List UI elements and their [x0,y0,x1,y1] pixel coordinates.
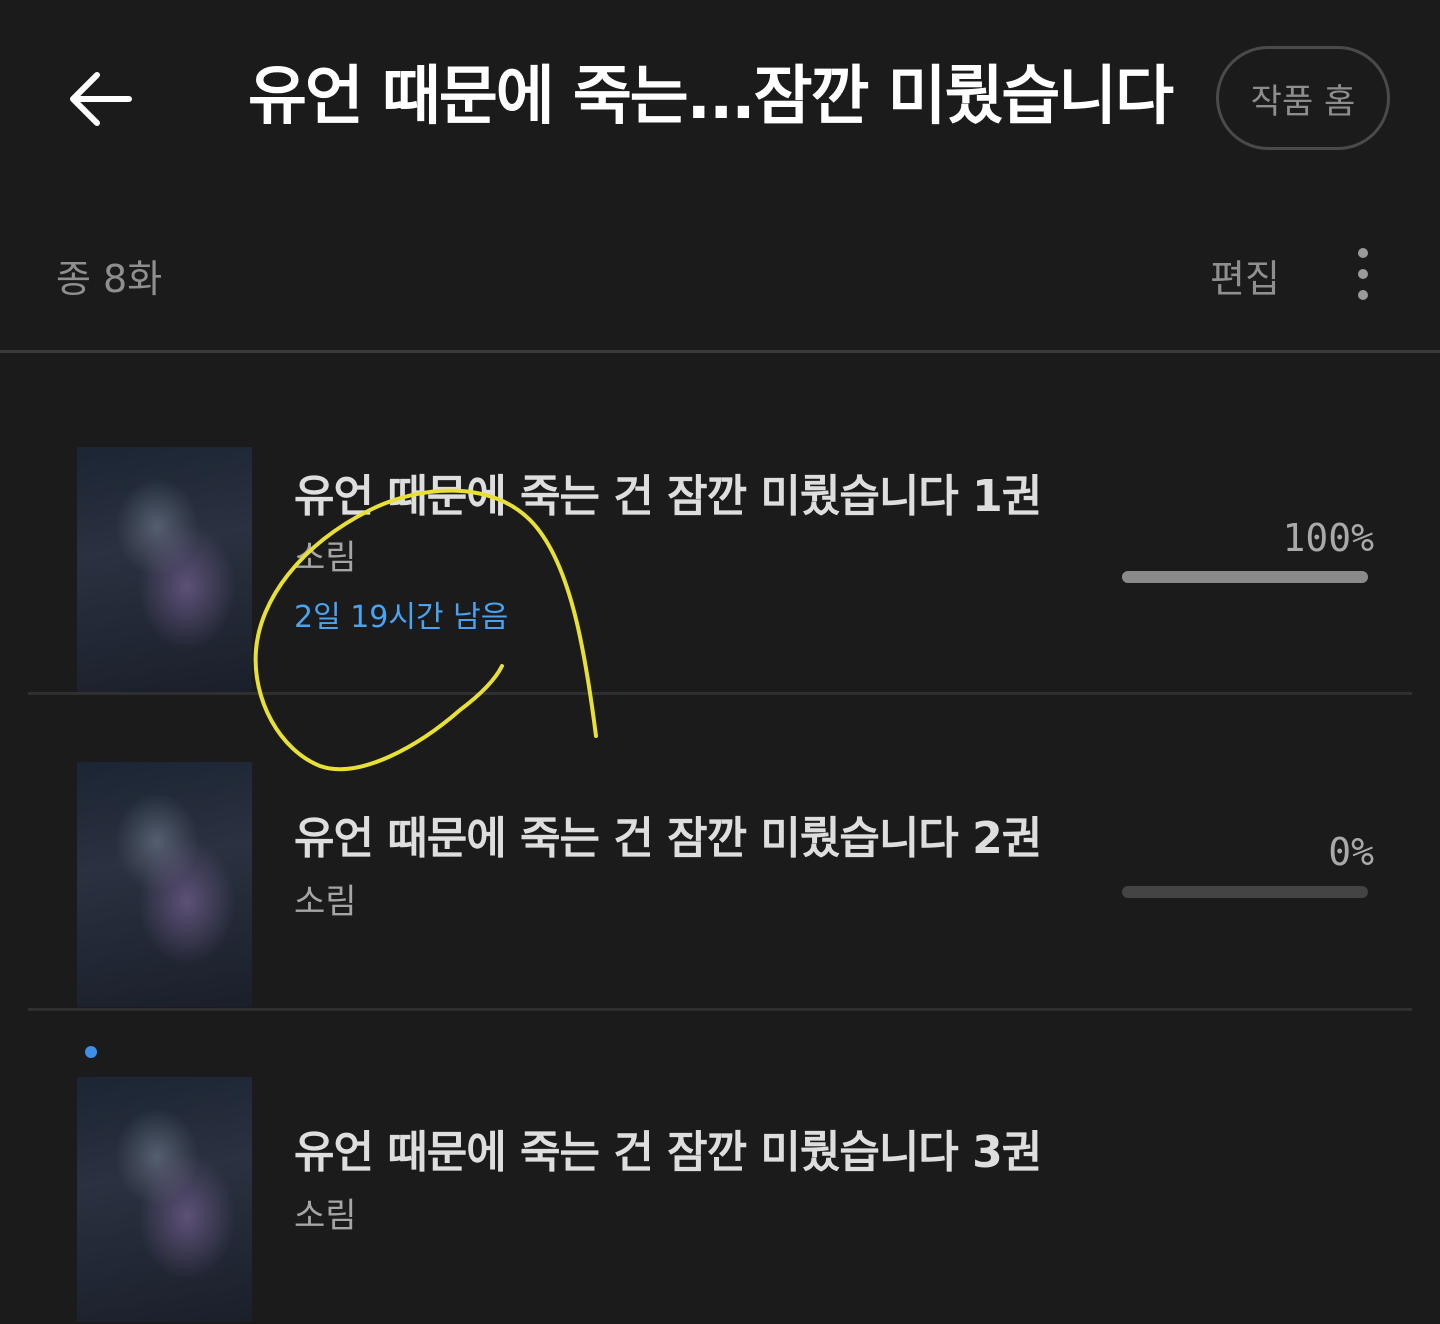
read-progress-bar [1122,886,1368,898]
more-options-button[interactable] [1340,244,1386,304]
episode-cover-thumbnail [77,1077,252,1322]
vertical-dots-icon [1358,248,1368,258]
read-progress-fill [1122,571,1368,583]
episode-title: 유언 때문에 죽는 건 잠깐 미뤘습니다 2권 [294,813,1042,864]
edit-button[interactable]: 편집 [1210,248,1280,303]
rental-time-remaining: 2일 19시간 남음 [294,600,509,635]
work-home-button[interactable]: 작품 홈 [1216,46,1390,150]
episode-item-2[interactable]: 유언 때문에 죽는 건 잠깐 미뤘습니다 2권 소림 0% [0,746,1440,1062]
episode-cover-thumbnail [77,762,252,1007]
episode-list-screen: 유언 때문에 죽는...잠깐 미뤘습니다 작품 홈 종 8화 편집 유언 때문에… [0,0,1440,1324]
episode-author: 소림 [294,1196,357,1236]
arrow-left-icon [70,72,132,126]
read-progress-bar [1122,571,1368,583]
divider [0,350,1440,353]
episode-title: 유언 때문에 죽는 건 잠깐 미뤘습니다 3권 [294,1127,1042,1178]
back-button[interactable] [60,62,140,136]
divider [28,1008,1412,1011]
new-episode-dot [85,1046,97,1058]
total-episode-count: 종 8화 [56,257,163,301]
episode-cover-thumbnail [77,447,252,692]
episode-author: 소림 [294,538,357,578]
app-header: 유언 때문에 죽는...잠깐 미뤘습니다 작품 홈 [0,0,1440,200]
list-toolbar: 종 8화 편집 [0,230,1440,310]
read-progress-percent: 100% [1282,516,1374,560]
read-progress-percent: 0% [1328,830,1374,874]
episode-item-1[interactable]: 유언 때문에 죽는 건 잠깐 미뤘습니다 1권 소림 2일 19시간 남음 10… [0,430,1440,746]
divider [28,692,1412,695]
page-title: 유언 때문에 죽는...잠깐 미뤘습니다 [247,60,1174,134]
episode-title: 유언 때문에 죽는 건 잠깐 미뤘습니다 1권 [294,471,1042,522]
episode-author: 소림 [294,882,357,922]
episode-item-3[interactable]: 유언 때문에 죽는 건 잠깐 미뤘습니다 3권 소림 [0,1060,1440,1324]
